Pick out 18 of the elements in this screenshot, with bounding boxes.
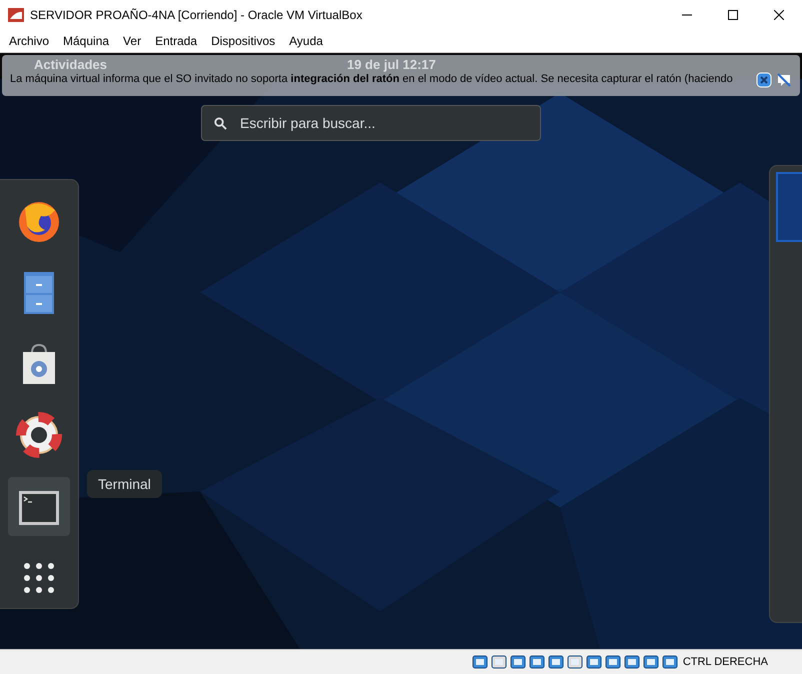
menu-item[interactable]: Ver [116,34,148,48]
menu-item[interactable]: Máquina [56,34,116,48]
tooltip: Terminal [87,470,162,498]
maximize-icon[interactable] [728,10,738,20]
search-icon [214,117,227,130]
window-title: SERVIDOR PROAÑO-4NA [Corriendo] - Oracle VM VirtualBox [30,8,362,22]
app-icon [8,7,24,23]
menu-item[interactable]: Entrada [148,34,204,48]
dock-item[interactable] [8,476,70,536]
workspace-thumbnail[interactable] [776,172,802,242]
life-ring-icon [15,410,63,459]
menu-item[interactable]: Dispositivos [204,34,282,48]
menu-item[interactable]: Archivo [2,34,56,48]
close-icon[interactable] [774,10,784,20]
notification-message: La máquina virtual informa que el SO invitado no soporta integración del ratón en el modo de vídeo actual. Se necesita capturar el ratón (haciendo [10,73,733,86]
search-field[interactable]: Escribir para buscar... [201,105,541,141]
menu-item[interactable]: Ayuda [282,34,330,48]
host-key-label: CTRL DERECHA [682,656,768,668]
